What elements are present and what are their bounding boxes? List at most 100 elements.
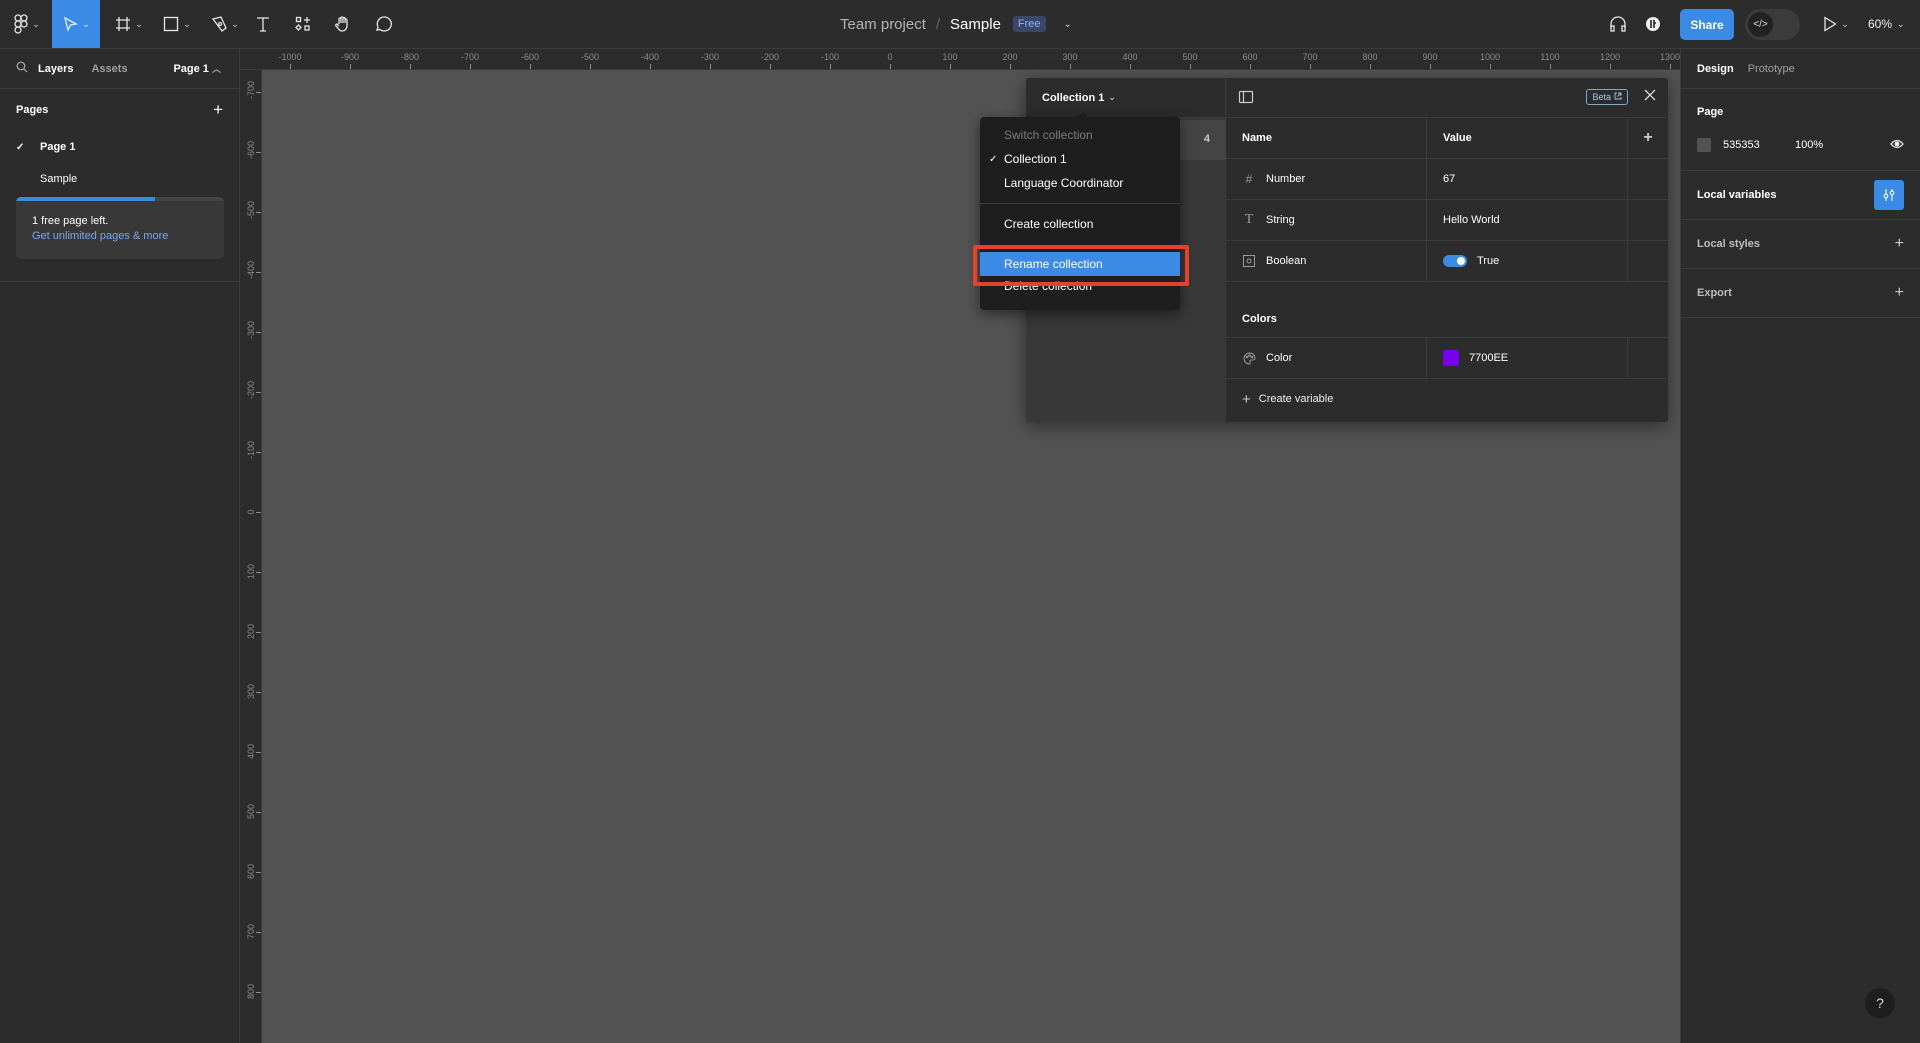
frame-icon xyxy=(115,16,131,32)
local-variables-title: Local variables xyxy=(1697,189,1777,201)
menu-item-language-coordinator[interactable]: Language Coordinator xyxy=(980,171,1180,195)
ruler-tick xyxy=(410,64,411,69)
variable-row[interactable]: Color 7700EE xyxy=(1226,338,1668,379)
empty-cell xyxy=(1628,241,1668,281)
variable-value-cell[interactable]: 67 xyxy=(1427,159,1628,199)
chevron-down-icon[interactable]: ⌄ xyxy=(1064,19,1072,30)
ruler-tick xyxy=(256,272,261,273)
ruler-tick-label: 600 xyxy=(1242,52,1258,62)
resources-tool-button[interactable] xyxy=(290,0,316,48)
tab-design[interactable]: Design xyxy=(1697,63,1734,75)
ruler-tick xyxy=(890,64,891,69)
ruler-tick xyxy=(1070,64,1071,69)
file-name[interactable]: Sample xyxy=(950,16,1001,33)
add-mode-button[interactable]: + xyxy=(1628,118,1668,158)
tab-assets[interactable]: Assets xyxy=(91,63,127,75)
shape-tool-button[interactable]: ⌄ xyxy=(158,0,196,48)
resources-icon xyxy=(295,16,311,32)
ruler-tick xyxy=(1250,64,1251,69)
add-page-button[interactable]: + xyxy=(213,100,223,120)
ruler-tick-label: -200 xyxy=(760,52,780,62)
chevron-down-icon: ⌄ xyxy=(135,18,143,29)
menu-item-delete-collection[interactable]: Delete collection xyxy=(980,274,1180,298)
menu-section-label: Switch collection xyxy=(1004,128,1093,142)
ruler-tick-label: -1000 xyxy=(278,52,302,62)
page-item-page-1[interactable]: ✓ Page 1 xyxy=(0,131,239,163)
project-name[interactable]: Team project xyxy=(840,16,926,33)
add-style-button[interactable]: + xyxy=(1895,235,1904,253)
share-button[interactable]: Share xyxy=(1680,9,1734,40)
close-panel-button[interactable] xyxy=(1644,87,1656,107)
ruler-tick xyxy=(256,752,261,753)
variable-count: 4 xyxy=(1203,133,1210,145)
page-opacity[interactable]: 100% xyxy=(1795,139,1823,151)
menu-item-rename-collection[interactable]: Rename collection xyxy=(980,252,1180,276)
frame-tool-button[interactable]: ⌄ xyxy=(110,0,148,48)
play-icon xyxy=(1823,16,1837,32)
text-tool-button[interactable] xyxy=(250,0,276,48)
comment-tool-button[interactable] xyxy=(370,0,396,48)
pen-tool-button[interactable]: ⌄ xyxy=(206,0,244,48)
local-variables-section: Local variables xyxy=(1681,171,1920,220)
page-selector[interactable]: Page 1 ︿ xyxy=(173,62,221,75)
toggle-sidebar-icon[interactable] xyxy=(1238,89,1254,110)
hand-tool-button[interactable] xyxy=(330,0,356,48)
ruler-tick xyxy=(1010,64,1011,69)
menu-item-collection-1[interactable]: ✓ Collection 1 xyxy=(980,147,1180,171)
page-color-hex[interactable]: 535353 xyxy=(1723,139,1795,151)
ruler-tick-label: 500 xyxy=(246,803,256,819)
move-tool-button[interactable]: ⌄ xyxy=(52,0,100,48)
add-export-button[interactable]: + xyxy=(1895,284,1904,302)
page-section: Page 535353 100% xyxy=(1681,89,1920,171)
page-section-title: Page xyxy=(1697,106,1724,118)
ruler-tick xyxy=(256,932,261,933)
main-menu-button[interactable]: ⌄ xyxy=(8,0,46,48)
upgrade-link[interactable]: Get unlimited pages & more xyxy=(16,227,224,245)
menu-item-create-collection[interactable]: Create collection xyxy=(980,212,1180,236)
present-button[interactable]: ⌄ xyxy=(1818,0,1854,48)
ruler-tick-label: -800 xyxy=(400,52,420,62)
variable-row[interactable]: # Number 67 xyxy=(1226,159,1668,200)
variable-value-cell[interactable]: Hello World xyxy=(1427,200,1628,240)
string-icon: T xyxy=(1244,212,1254,227)
number-icon: # xyxy=(1245,172,1253,186)
page-item-sample[interactable]: Sample xyxy=(0,163,239,195)
variable-name-cell: Color xyxy=(1226,338,1427,378)
variable-name: String xyxy=(1266,214,1295,226)
ruler-tick xyxy=(1130,64,1131,69)
variable-value: True xyxy=(1477,255,1500,267)
open-variables-button[interactable] xyxy=(1874,180,1904,210)
plan-badge: Free xyxy=(1012,16,1046,32)
column-header-value: Value xyxy=(1427,118,1628,158)
tab-prototype[interactable]: Prototype xyxy=(1748,63,1795,75)
variable-row[interactable]: T String Hello World xyxy=(1226,200,1668,241)
create-variable-button[interactable]: + Create variable xyxy=(1226,379,1668,419)
tab-layers[interactable]: Layers xyxy=(38,63,73,75)
variables-panel-header: Beta xyxy=(1226,78,1668,118)
user-avatar[interactable] xyxy=(1640,0,1666,48)
ruler-tick xyxy=(256,152,261,153)
eye-icon[interactable] xyxy=(1890,139,1904,152)
ruler-tick-label: -300 xyxy=(700,52,720,62)
search-icon[interactable] xyxy=(16,61,28,76)
color-swatch[interactable] xyxy=(1443,350,1459,366)
collection-selector[interactable]: Collection 1 ⌄ xyxy=(1026,78,1225,118)
dev-mode-toggle[interactable]: </> xyxy=(1745,9,1800,40)
chevron-down-icon: ⌄ xyxy=(1897,18,1905,29)
ruler-tick xyxy=(1490,64,1491,69)
zoom-level-menu[interactable]: 60% ⌄ xyxy=(1868,0,1905,48)
ruler-tick-label: -200 xyxy=(246,380,256,399)
create-variable-label: Create variable xyxy=(1258,393,1334,405)
variable-value: 7700EE xyxy=(1469,352,1509,364)
page-color-swatch[interactable] xyxy=(1697,138,1711,152)
boolean-toggle[interactable] xyxy=(1443,255,1467,267)
help-button[interactable]: ? xyxy=(1865,988,1895,1018)
variable-value: 67 xyxy=(1443,173,1456,185)
variable-value-cell[interactable]: True xyxy=(1427,241,1628,281)
variable-value-cell[interactable]: 7700EE xyxy=(1427,338,1628,378)
beta-link-button[interactable]: Beta xyxy=(1586,89,1628,105)
avatar-icon xyxy=(1645,16,1661,32)
ruler-tick-label: 800 xyxy=(246,983,256,999)
variable-row[interactable]: Boolean True xyxy=(1226,241,1668,282)
audio-button[interactable] xyxy=(1605,0,1631,48)
